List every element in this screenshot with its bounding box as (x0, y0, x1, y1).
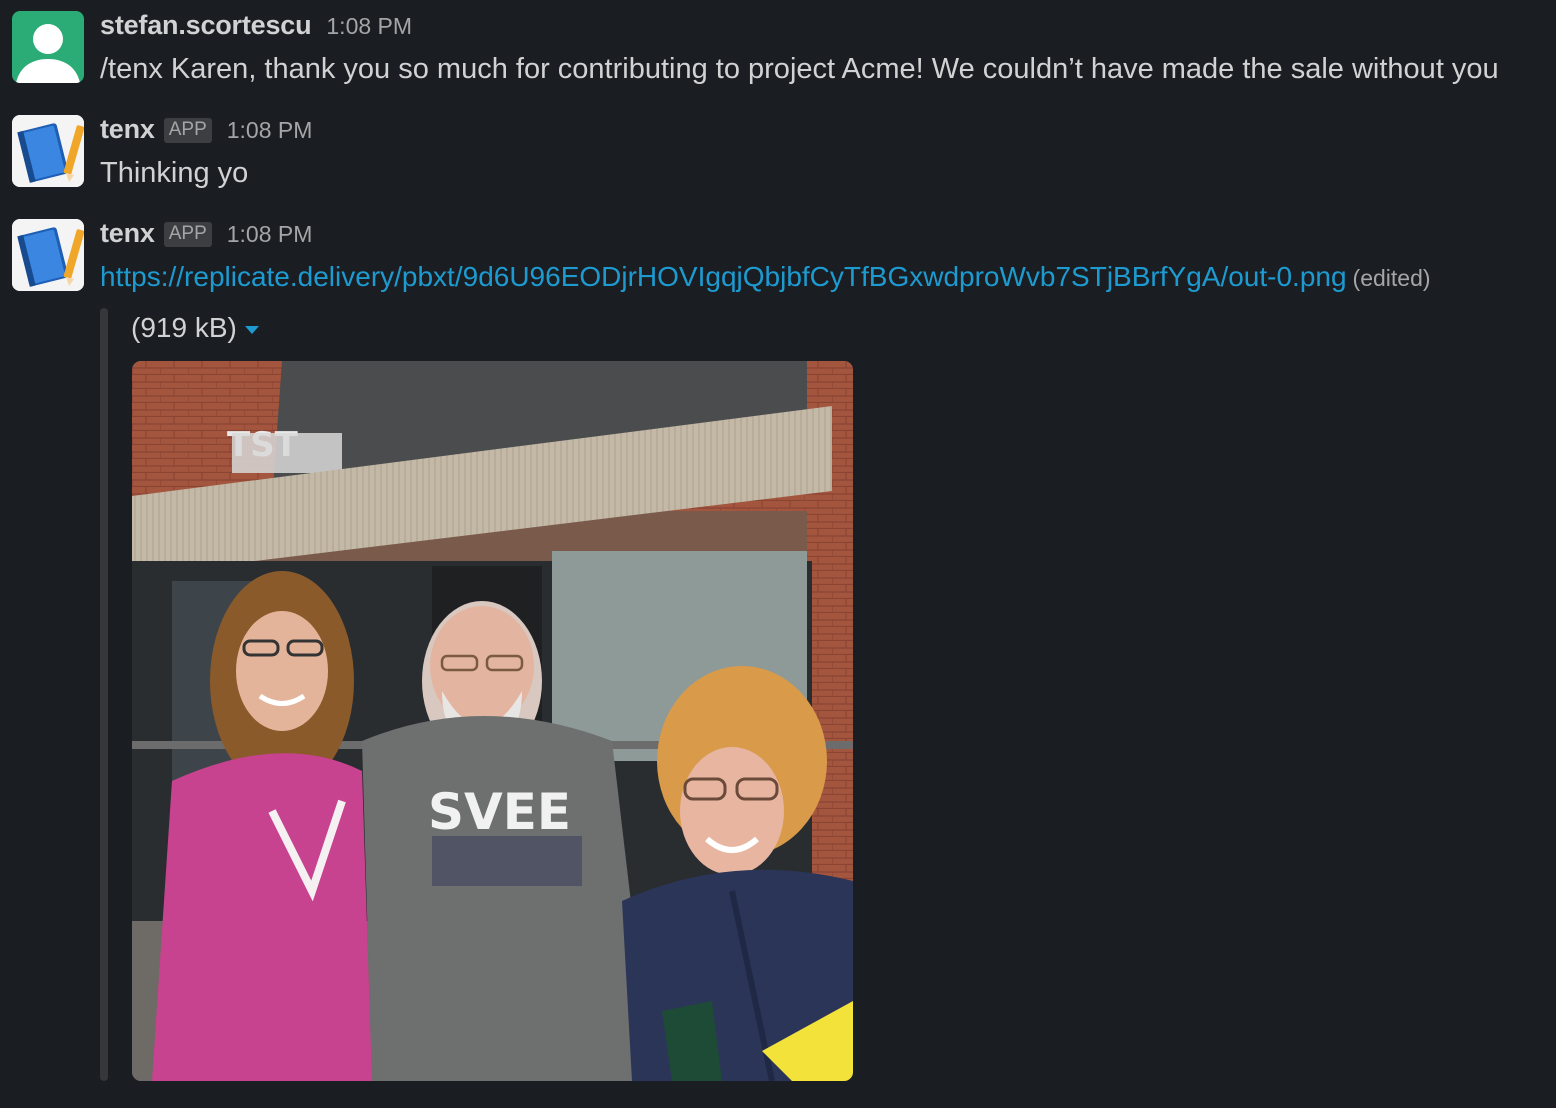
message-text: /tenx Karen, thank you so much for contr… (100, 53, 1499, 85)
message-link-line: https://replicate.delivery/pbxt/9d6U96EO… (100, 261, 1431, 293)
timestamp[interactable]: 1:08 PM (227, 221, 313, 248)
attachment-bar (100, 308, 108, 1081)
username[interactable]: tenx (100, 218, 155, 249)
edited-label: (edited) (1352, 265, 1431, 291)
sweatshirt-text: SVEE (428, 783, 571, 841)
timestamp[interactable]: 1:08 PM (227, 117, 313, 144)
notebook-pencil-icon (12, 219, 84, 291)
photo-content: TST (132, 361, 853, 1081)
message-text: Thinking yo (100, 157, 249, 189)
caret-down-icon[interactable] (244, 326, 259, 334)
username[interactable]: tenx (100, 114, 155, 145)
user-silhouette-icon (16, 24, 80, 83)
message-header: stefan.scortescu 1:08 PM (100, 10, 412, 41)
app-avatar[interactable] (12, 219, 84, 291)
app-avatar[interactable] (12, 115, 84, 187)
app-badge: APP (163, 222, 212, 247)
app-badge: APP (163, 118, 212, 143)
image-link[interactable]: https://replicate.delivery/pbxt/9d6U96EO… (100, 261, 1347, 292)
file-size-label: (919 kB) (131, 312, 237, 343)
user-avatar[interactable] (12, 11, 84, 83)
message-header: tenx APP 1:08 PM (100, 114, 312, 146)
timestamp[interactable]: 1:08 PM (326, 13, 412, 40)
message-header: tenx APP 1:08 PM (100, 218, 312, 250)
attachment-toggle[interactable]: (919 kB) (131, 312, 259, 344)
notebook-pencil-icon (12, 115, 84, 187)
attached-image[interactable]: TST (132, 361, 853, 1081)
username[interactable]: stefan.scortescu (100, 10, 312, 41)
